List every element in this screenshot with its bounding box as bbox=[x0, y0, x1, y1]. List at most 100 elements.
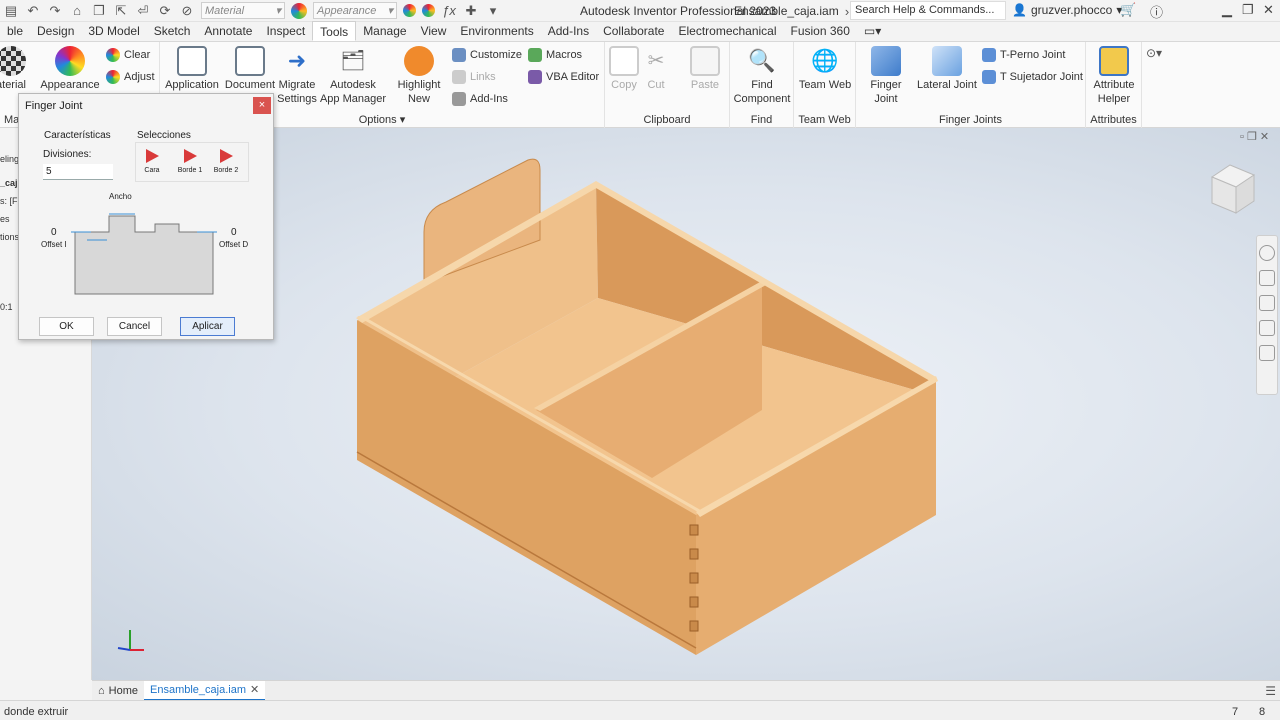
paste-button[interactable]: Paste bbox=[687, 46, 723, 92]
links-button[interactable]: Links bbox=[452, 70, 496, 84]
find-component-button[interactable]: 🔍 Find Component bbox=[732, 46, 792, 106]
attribute-helper-button[interactable]: Attribute Helper bbox=[1088, 46, 1140, 106]
tab-overflow-icon[interactable]: ▭▾ bbox=[857, 21, 888, 41]
redo-icon[interactable]: ↷ bbox=[47, 3, 63, 19]
dialog-close-button[interactable]: × bbox=[253, 97, 271, 114]
tab-annotate[interactable]: Annotate bbox=[197, 21, 259, 41]
t-perno-icon bbox=[982, 48, 996, 62]
document-settings-button[interactable]: Document bbox=[224, 46, 276, 92]
borde2-select-button[interactable]: Borde 2 bbox=[209, 147, 243, 174]
offset-i-value[interactable]: 0 bbox=[51, 227, 57, 238]
steering-wheel-icon[interactable] bbox=[1259, 245, 1275, 261]
cut-button[interactable]: ✂ Cut bbox=[641, 46, 671, 92]
application-icon bbox=[177, 46, 207, 76]
copy-button[interactable]: Copy bbox=[607, 46, 641, 92]
t-sujetador-joint-button[interactable]: T Sujetador Joint bbox=[982, 70, 1083, 84]
apply-button[interactable]: Aplicar bbox=[180, 317, 235, 336]
browser-item[interactable]: 0:1 bbox=[0, 302, 13, 312]
viewport-restore-icon[interactable]: ▫ ❐ ✕ bbox=[1240, 130, 1269, 143]
appearance-dropdown[interactable]: Appearance ▾ bbox=[313, 2, 397, 19]
browser-item[interactable]: s: [F bbox=[0, 196, 18, 206]
close-icon[interactable]: ✕ bbox=[1263, 2, 1274, 18]
document-tab-active[interactable]: Ensamble_caja.iam ✕ bbox=[144, 680, 266, 701]
pan-icon[interactable] bbox=[1259, 270, 1275, 286]
application-options-button[interactable]: Application bbox=[164, 46, 220, 92]
customize-button[interactable]: Customize bbox=[452, 48, 522, 62]
browser-item[interactable]: _caj bbox=[0, 178, 18, 188]
tab-collaborate[interactable]: Collaborate bbox=[596, 21, 671, 41]
minimize-icon[interactable]: ▁ bbox=[1222, 2, 1232, 18]
restore-icon[interactable]: ❐ bbox=[1242, 2, 1254, 18]
search-input[interactable]: Search Help & Commands... bbox=[850, 1, 1006, 20]
help-icon[interactable]: ⓘ bbox=[1150, 2, 1163, 21]
customize-label: Customize bbox=[470, 49, 522, 61]
team-web-button[interactable]: 🌐 Team Web bbox=[796, 46, 854, 92]
home-icon[interactable]: ⌂ bbox=[69, 3, 85, 19]
app-manager-button[interactable]: 🗂 Autodesk App Manager bbox=[318, 46, 388, 106]
fx-icon[interactable]: ƒx bbox=[441, 3, 457, 19]
divisiones-label: Divisiones: bbox=[43, 149, 92, 160]
return-icon[interactable]: ⏎ bbox=[135, 3, 151, 19]
tab-fusion-360[interactable]: Fusion 360 bbox=[784, 21, 857, 41]
material-button[interactable]: aterial bbox=[0, 46, 28, 92]
browser-item[interactable]: tions bbox=[0, 232, 19, 242]
menu-icon[interactable]: ▤ bbox=[3, 3, 19, 19]
divisiones-input[interactable]: 5 bbox=[43, 164, 113, 180]
offset-d-label: Offset D bbox=[219, 240, 249, 249]
browser-item[interactable]: eling bbox=[0, 154, 19, 164]
tab-3d-model[interactable]: 3D Model bbox=[81, 21, 146, 41]
customize-qa-icon[interactable]: ▾ bbox=[485, 3, 501, 19]
tab-sketch[interactable]: Sketch bbox=[147, 21, 198, 41]
macros-button[interactable]: Macros bbox=[528, 48, 582, 62]
browser-item[interactable]: es bbox=[0, 214, 10, 224]
adjust-button[interactable]: Adjust bbox=[106, 70, 155, 84]
ok-button[interactable]: OK bbox=[39, 317, 94, 336]
tab-design[interactable]: Design bbox=[30, 21, 81, 41]
migrate-settings-button[interactable]: ➜ Migrate Settings bbox=[276, 46, 318, 106]
tab-environments[interactable]: Environments bbox=[453, 21, 540, 41]
lateral-joint-button[interactable]: Lateral Joint bbox=[916, 46, 978, 92]
cancel-button[interactable]: Cancel bbox=[107, 317, 162, 336]
adjust-label: Adjust bbox=[124, 71, 155, 83]
home-tab[interactable]: ⌂ Home bbox=[92, 681, 144, 701]
color-override-icon[interactable] bbox=[403, 4, 416, 17]
plus-icon[interactable]: ✚ bbox=[463, 3, 479, 19]
user-menu[interactable]: 👤 gruzver.phocco ▾ bbox=[1012, 3, 1122, 17]
color-clear-icon[interactable] bbox=[422, 4, 435, 17]
cara-select-button[interactable]: Cara bbox=[135, 147, 169, 174]
add-ins-button[interactable]: Add-Ins bbox=[452, 92, 508, 106]
no-icon[interactable]: ⊘ bbox=[179, 3, 195, 19]
vba-editor-button[interactable]: VBA Editor bbox=[528, 70, 599, 84]
tab-view[interactable]: View bbox=[414, 21, 454, 41]
finger-joint-button[interactable]: Finger Joint bbox=[858, 46, 914, 106]
ribbon-options-icon[interactable]: ⊙▾ bbox=[1146, 46, 1162, 60]
copy-icon[interactable]: ❐ bbox=[91, 3, 107, 19]
tab-add-ins[interactable]: Add-Ins bbox=[541, 21, 596, 41]
update-icon[interactable]: ⟳ bbox=[157, 3, 173, 19]
tab-menu-icon[interactable]: ☰ bbox=[1265, 684, 1276, 698]
navigation-bar bbox=[1256, 235, 1278, 395]
borde1-select-button[interactable]: Borde 1 bbox=[173, 147, 207, 174]
cart-icon[interactable]: 🛒 bbox=[1120, 2, 1136, 18]
look-at-icon[interactable] bbox=[1259, 345, 1275, 361]
cut-label: Cut bbox=[647, 79, 665, 91]
tab-inspect[interactable]: Inspect bbox=[259, 21, 312, 41]
offset-d-value[interactable]: 0 bbox=[231, 227, 237, 238]
orbit-icon[interactable] bbox=[1259, 320, 1275, 336]
material-dropdown[interactable]: Material ▾ bbox=[201, 2, 285, 19]
application-label: Application bbox=[165, 79, 219, 91]
tab-ble[interactable]: ble bbox=[0, 21, 30, 41]
close-tab-icon[interactable]: ✕ bbox=[250, 683, 259, 696]
select-icon[interactable]: ⇱ bbox=[113, 3, 129, 19]
options-label: Options bbox=[358, 114, 397, 126]
appearance-button[interactable]: Appearance bbox=[38, 46, 102, 92]
highlight-new-button[interactable]: Highlight New bbox=[392, 46, 446, 106]
tab-manage[interactable]: Manage bbox=[356, 21, 413, 41]
t-perno-joint-button[interactable]: T-Perno Joint bbox=[982, 48, 1065, 62]
tab-electromechanical[interactable]: Electromechanical bbox=[671, 21, 783, 41]
tab-tools[interactable]: Tools bbox=[312, 21, 357, 41]
migrate-label-1: Migrate bbox=[278, 79, 316, 91]
zoom-icon[interactable] bbox=[1259, 295, 1275, 311]
clear-button[interactable]: Clear bbox=[106, 48, 150, 62]
undo-icon[interactable]: ↶ bbox=[25, 3, 41, 19]
